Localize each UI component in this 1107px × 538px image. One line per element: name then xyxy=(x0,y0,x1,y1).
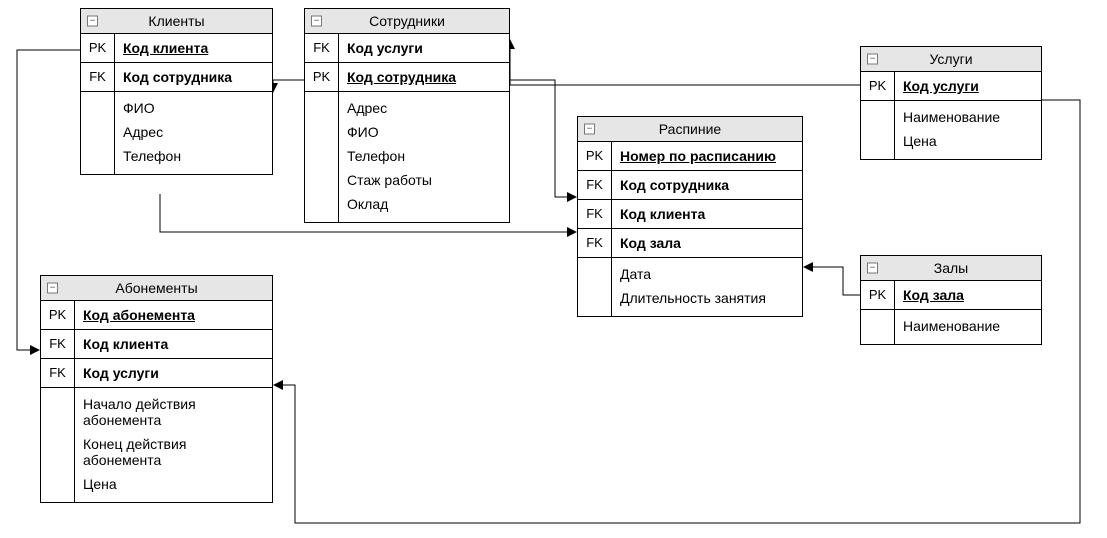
table-employees-header: − Сотрудники xyxy=(305,9,509,34)
table-row: FK Код сотрудника xyxy=(81,63,272,92)
table-row: Наименование Цена xyxy=(861,101,1041,159)
table-row: FK Код услуги xyxy=(41,359,272,388)
attr-list: ФИО Адрес Телефон xyxy=(115,92,272,174)
field-name: Телефон xyxy=(123,144,264,168)
key-label xyxy=(861,101,895,159)
table-row: PK Номер по расписанию xyxy=(578,142,802,171)
field-name: Код зала xyxy=(895,281,1041,309)
field-name: Код зала xyxy=(612,229,802,257)
table-clients-header: − Клиенты xyxy=(81,9,272,34)
key-label: FK xyxy=(578,229,612,257)
table-row: Адрес ФИО Телефон Стаж работы Оклад xyxy=(305,92,509,222)
field-name: Код услуги xyxy=(75,359,272,387)
table-title: Абонементы xyxy=(115,280,197,296)
table-row: FK Код сотрудника xyxy=(578,171,802,200)
table-subscriptions: − Абонементы PK Код абонемента FK Код кл… xyxy=(40,275,273,503)
key-label: PK xyxy=(305,63,339,91)
table-halls-header: − Залы xyxy=(861,256,1041,281)
table-row: PK Код абонемента xyxy=(41,301,272,330)
key-label: FK xyxy=(41,359,75,387)
field-name: Код сотрудника xyxy=(115,63,272,91)
field-name: Адрес xyxy=(123,120,264,144)
field-name: ФИО xyxy=(347,120,501,144)
field-name: Код услуги xyxy=(895,72,1041,100)
key-label: FK xyxy=(578,171,612,199)
table-title: Распиние xyxy=(659,121,721,137)
table-clients: − Клиенты PK Код клиента FK Код сотрудни… xyxy=(80,8,273,175)
field-name: Код абонемента xyxy=(75,301,272,329)
table-schedule: − Распиние PK Номер по расписанию FK Код… xyxy=(577,116,803,317)
table-services-header: − Услуги xyxy=(861,47,1041,72)
field-name: Код услуги xyxy=(339,34,509,62)
table-row: PK Код услуги xyxy=(861,72,1041,101)
table-title: Услуги xyxy=(929,51,972,67)
field-name: Наименование xyxy=(903,314,1033,338)
attr-list: Дата Длительность занятия xyxy=(612,258,802,316)
key-label: PK xyxy=(861,281,895,309)
table-row: FK Код клиента xyxy=(578,200,802,229)
field-name: Цена xyxy=(903,129,1033,153)
erd-canvas: − Клиенты PK Код клиента FK Код сотрудни… xyxy=(0,0,1107,538)
collapse-icon[interactable]: − xyxy=(47,283,58,294)
key-label: PK xyxy=(578,142,612,170)
table-row: FK Код клиента xyxy=(41,330,272,359)
collapse-icon[interactable]: − xyxy=(867,263,878,274)
table-row: ФИО Адрес Телефон xyxy=(81,92,272,174)
key-label: FK xyxy=(305,34,339,62)
collapse-icon[interactable]: − xyxy=(867,54,878,65)
field-name: Длительность занятия xyxy=(620,286,794,310)
table-row: PK Код сотрудника xyxy=(305,63,509,92)
collapse-icon[interactable]: − xyxy=(311,16,322,27)
attr-list: Наименование Цена xyxy=(895,101,1041,159)
key-label xyxy=(305,92,339,222)
table-row: Начало действия абонемента Конец действи… xyxy=(41,388,272,502)
table-employees: − Сотрудники FK Код услуги PK Код сотруд… xyxy=(304,8,510,223)
field-name: Код клиента xyxy=(75,330,272,358)
field-name: Телефон xyxy=(347,144,501,168)
table-row: PK Код зала xyxy=(861,281,1041,310)
table-title: Залы xyxy=(934,260,968,276)
key-label: PK xyxy=(861,72,895,100)
field-name: Начало действия абонемента xyxy=(83,392,264,432)
attr-list: Наименование xyxy=(895,310,1041,344)
table-row: Наименование xyxy=(861,310,1041,344)
table-row: FK Код услуги xyxy=(305,34,509,63)
key-label xyxy=(41,388,75,502)
field-name: Оклад xyxy=(347,192,501,216)
key-label xyxy=(578,258,612,316)
table-schedule-header: − Распиние xyxy=(578,117,802,142)
table-services: − Услуги PK Код услуги Наименование Цена xyxy=(860,46,1042,160)
table-halls: − Залы PK Код зала Наименование xyxy=(860,255,1042,345)
attr-list: Адрес ФИО Телефон Стаж работы Оклад xyxy=(339,92,509,222)
collapse-icon[interactable]: − xyxy=(584,124,595,135)
field-name: Номер по расписанию xyxy=(612,142,802,170)
field-name: Код клиента xyxy=(115,34,272,62)
field-name: Код клиента xyxy=(612,200,802,228)
field-name: Стаж работы xyxy=(347,168,501,192)
table-row: FK Код зала xyxy=(578,229,802,258)
key-label: FK xyxy=(81,63,115,91)
field-name: Код сотрудника xyxy=(339,63,509,91)
table-row: Дата Длительность занятия xyxy=(578,258,802,316)
table-title: Клиенты xyxy=(148,13,204,29)
field-name: Наименование xyxy=(903,105,1033,129)
attr-list: Начало действия абонемента Конец действи… xyxy=(75,388,272,502)
field-name: Конец действия абонемента xyxy=(83,432,264,472)
key-label: PK xyxy=(41,301,75,329)
key-label: FK xyxy=(41,330,75,358)
key-label xyxy=(861,310,895,344)
field-name: Адрес xyxy=(347,96,501,120)
table-row: PK Код клиента xyxy=(81,34,272,63)
table-subscriptions-header: − Абонементы xyxy=(41,276,272,301)
field-name: Код сотрудника xyxy=(612,171,802,199)
field-name: Цена xyxy=(83,472,264,496)
key-label xyxy=(81,92,115,174)
collapse-icon[interactable]: − xyxy=(87,16,98,27)
key-label: FK xyxy=(578,200,612,228)
field-name: ФИО xyxy=(123,96,264,120)
key-label: PK xyxy=(81,34,115,62)
table-title: Сотрудники xyxy=(369,13,445,29)
field-name: Дата xyxy=(620,262,794,286)
